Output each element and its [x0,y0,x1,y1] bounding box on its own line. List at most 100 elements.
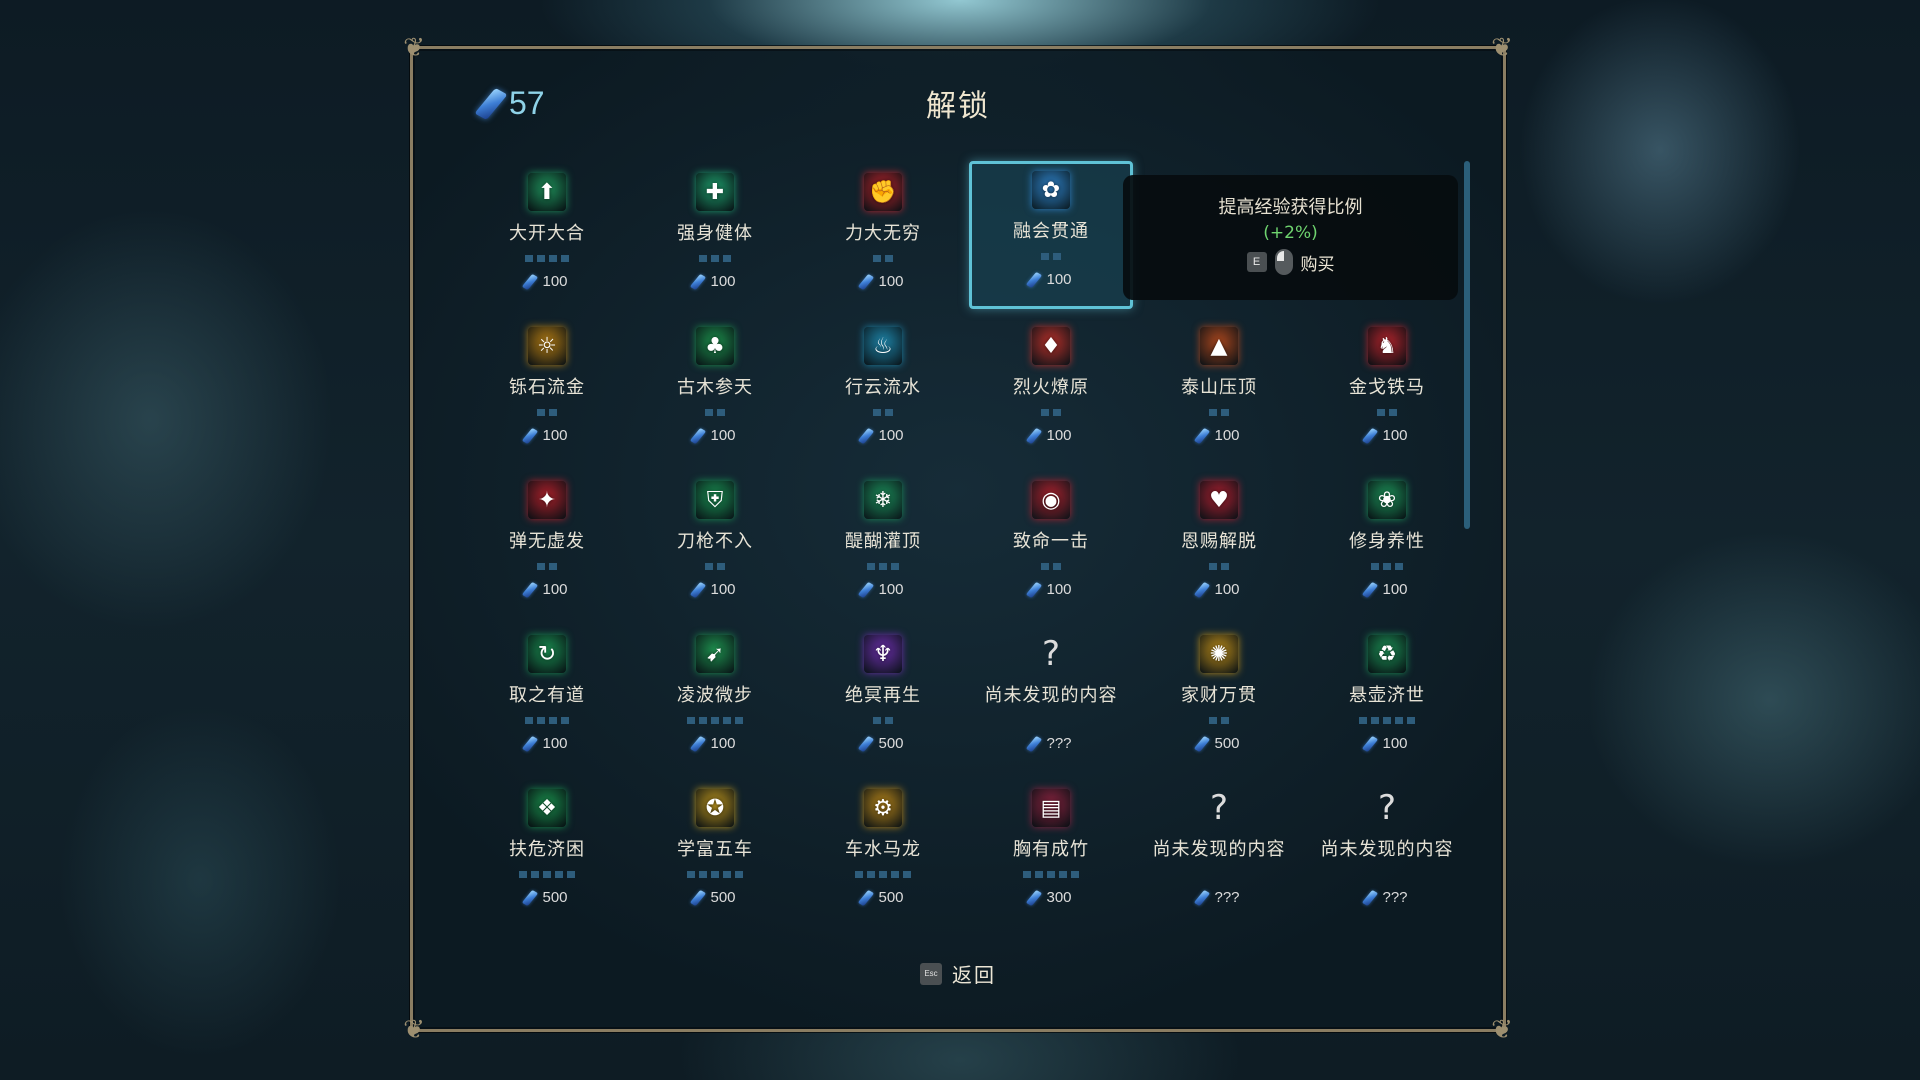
crystal-currency-icon [858,273,875,290]
ornament-corner-icon: ❦ [403,1015,425,1045]
esc-key-icon: Esc [920,962,942,985]
unlock-item[interactable]: ✦ 弹无虚发 100 [463,471,631,625]
scrollbar[interactable] [1464,161,1470,529]
unlock-cost-value: 500 [542,889,568,906]
level-pip [1053,563,1061,570]
unlock-cost: 100 [1026,271,1072,288]
level-pip [711,717,719,724]
unlock-cost: 500 [690,889,736,906]
unlock-item[interactable]: ✺ 家财万贯 500 [1135,625,1303,779]
lotus-icon: ❀ [1368,481,1406,519]
unlock-item[interactable]: ❖ 扶危济困 500 [463,779,631,933]
level-pips [1041,253,1061,260]
crystal-currency-icon [690,427,707,444]
unlock-item[interactable]: ✿ 融会贯通 100 [969,161,1133,309]
unlock-cost-value: 100 [878,273,904,290]
unlock-item[interactable]: ♦ 烈火燎原 100 [967,317,1135,471]
unlock-cost-value: 100 [1214,427,1240,444]
unlock-item-name: 尚未发现的内容 [1320,839,1454,860]
level-pip [1359,717,1367,724]
level-pip [885,255,893,262]
level-pips [855,871,911,878]
unlock-item[interactable]: ☼ 铄石流金 100 [463,317,631,471]
level-pip [891,563,899,570]
crystal-currency-icon [690,581,707,598]
undiscovered-unlock-item[interactable]: ? 尚未发现的内容??? [967,625,1135,779]
unlock-cost: 100 [690,581,736,598]
level-pips [699,255,731,262]
unlock-item[interactable]: ✚ 强身健体 100 [631,163,799,317]
unlock-item[interactable]: ✊ 力大无穷 100 [799,163,967,317]
unlock-cost-value: 100 [1214,581,1240,598]
cart-gold-icon: ⚙ [864,789,902,827]
unlock-cost: 100 [522,735,568,752]
undiscovered-unlock-item[interactable]: ? 尚未发现的内容??? [1135,779,1303,933]
crystal-currency-icon [1026,735,1043,752]
tooltip-description: 提高经验获得比例 [1218,197,1363,218]
level-pip [537,409,545,416]
level-pip [1041,563,1049,570]
buy-action[interactable]: E 购买 [1246,249,1335,275]
level-pip [561,255,569,262]
back-button[interactable]: Esc 返回 [413,959,1503,988]
undiscovered-unlock-item[interactable]: ? 尚未发现的内容??? [1303,779,1471,933]
level-pip [549,563,557,570]
unlock-item[interactable]: ⬆ 大开大合 100 [463,163,631,317]
gourd-icon: ♻ [1368,635,1406,673]
level-pips [873,255,893,262]
unlock-item[interactable]: ⛨ 刀枪不入 100 [631,471,799,625]
level-pip [891,871,899,878]
level-pip [531,871,539,878]
unlock-item[interactable]: ❄ 醍醐灌顶 100 [799,471,967,625]
unlock-item[interactable]: ♻ 悬壶济世 100 [1303,625,1471,779]
unlock-item[interactable]: ♆ 绝冥再生 500 [799,625,967,779]
unlock-cost: 100 [1194,581,1240,598]
level-pip [723,871,731,878]
level-pip [879,563,887,570]
level-pip [561,717,569,724]
winged-target-icon: ✦ [528,481,566,519]
unlock-cost: ??? [1194,889,1240,906]
level-pip [1395,563,1403,570]
unlock-item[interactable]: ▤ 胸有成竹 300 [967,779,1135,933]
unlock-item[interactable]: ✪ 学富五车 500 [631,779,799,933]
level-pip [1053,253,1061,260]
crystal-currency-icon [1362,889,1379,906]
unlock-item[interactable]: ⚙ 车水马龙 500 [799,779,967,933]
level-pip [1383,717,1391,724]
unlock-item[interactable]: ♣ 古木参天 100 [631,317,799,471]
level-pips [1371,563,1403,570]
unlock-cost-value: 100 [710,273,736,290]
unlock-item[interactable]: ♥ 恩赐解脱 100 [1135,471,1303,625]
level-pip [1209,409,1217,416]
unlock-cost: 500 [522,889,568,906]
unlock-item[interactable]: ➹ 凌波微步 100 [631,625,799,779]
heart-flame-icon: ♥ [1200,481,1238,519]
unlock-item[interactable]: ♞ 金戈铁马 100 [1303,317,1471,471]
level-pip [735,871,743,878]
unlock-item-name: 家财万贯 [1181,685,1257,706]
unlock-item[interactable]: ↻ 取之有道 100 [463,625,631,779]
level-pip [705,563,713,570]
level-pips [687,717,743,724]
level-pips [537,409,557,416]
unlock-item[interactable]: ▲ 泰山压顶 100 [1135,317,1303,471]
crystal-currency-icon [522,427,539,444]
unlock-item-name: 大开大合 [509,223,585,244]
unlock-item-name: 金戈铁马 [1349,377,1425,398]
unlock-item-name: 扶危济困 [509,839,585,860]
water-drop-icon: ♨ [864,327,902,365]
crystal-currency-icon [1194,581,1211,598]
level-pip [537,255,545,262]
unlock-cost-value: 100 [542,735,568,752]
unlock-item-name: 烈火燎原 [1013,377,1089,398]
unlock-item[interactable]: ❀ 修身养性 100 [1303,471,1471,625]
buy-label: 购买 [1300,254,1335,275]
unlock-item[interactable]: ◉ 致命一击 100 [967,471,1135,625]
unlock-cost-value: 100 [710,735,736,752]
crystal-currency-icon [858,889,875,906]
level-pip [555,871,563,878]
unlock-cost: 100 [690,273,736,290]
unlock-item[interactable]: ♨ 行云流水 100 [799,317,967,471]
level-pip [699,255,707,262]
